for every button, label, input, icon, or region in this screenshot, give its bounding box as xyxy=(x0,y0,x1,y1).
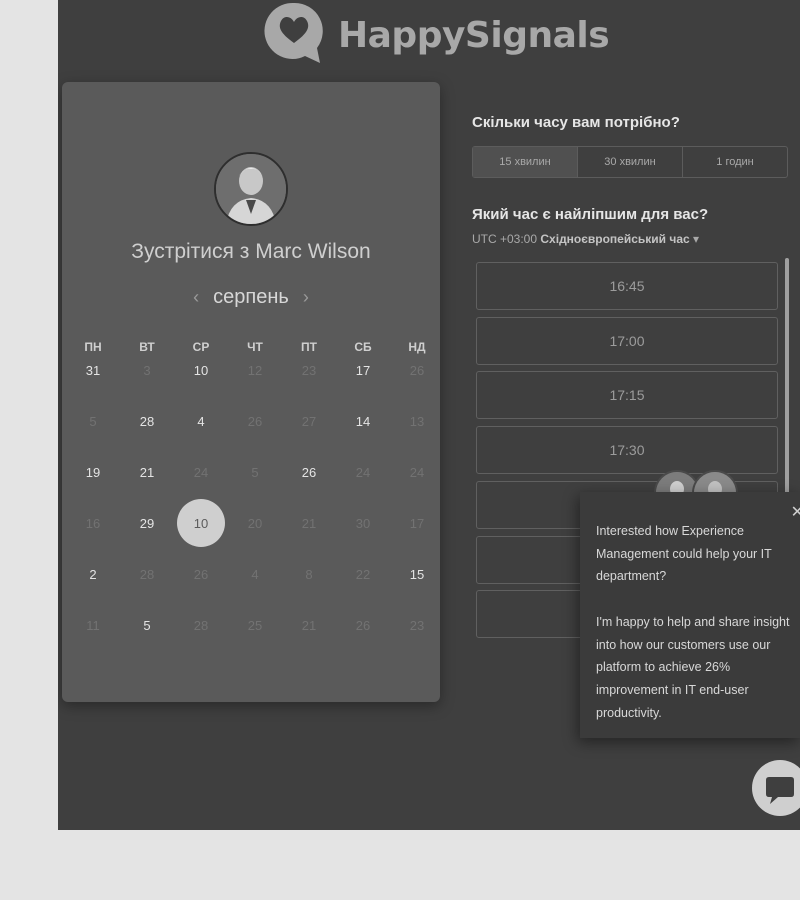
chevron-left-icon[interactable]: ‹ xyxy=(193,287,199,307)
calendar-day: 26 xyxy=(193,566,209,582)
time-slot-button[interactable]: 16:45 xyxy=(476,262,778,310)
person-photo-icon xyxy=(216,154,286,224)
calendar-day: 12 xyxy=(247,362,263,378)
booking-page: HappySignals Зустрітися з Marc Wilson ‹ с… xyxy=(58,0,800,830)
calendar-day[interactable]: 19 xyxy=(70,449,116,495)
calendar-day: 28 xyxy=(193,617,209,633)
calendar-day: 23 xyxy=(301,362,317,378)
calendar-day[interactable]: 26 xyxy=(286,449,332,495)
calendar-day: 26 xyxy=(355,617,371,633)
organizer-avatar xyxy=(214,152,288,226)
calendar-day: 24 xyxy=(193,464,209,480)
chevron-right-icon[interactable]: › xyxy=(303,287,309,307)
calendar-day: 25 xyxy=(247,617,263,633)
calendar-day[interactable]: 10 xyxy=(178,347,224,393)
calendar-day: 20 xyxy=(247,515,263,531)
calendar-day: 5 xyxy=(89,413,97,429)
chat-popup-message: Interested how Experience Management cou… xyxy=(596,520,796,724)
time-slot-button[interactable]: 17:30 xyxy=(476,426,778,475)
calendar-day[interactable]: 4 xyxy=(178,398,224,444)
brand-name: HappySignals xyxy=(338,14,610,56)
brand-header: HappySignals xyxy=(260,0,610,70)
calendar-day: 28 xyxy=(139,566,155,582)
chat-popup-text: I'm happy to help and share insight into… xyxy=(596,614,790,720)
calendar-day[interactable]: 28 xyxy=(124,398,170,444)
time-question: Який час є найліпшим для вас? xyxy=(472,206,709,223)
timezone-offset: UTC +03:00 xyxy=(472,232,538,246)
calendar-day: 24 xyxy=(409,464,425,480)
calendar-day[interactable]: 21 xyxy=(124,449,170,495)
time-slot-button[interactable]: 17:15 xyxy=(476,371,778,420)
calendar-day[interactable]: 15 xyxy=(394,551,440,597)
chat-launcher-button[interactable] xyxy=(752,760,800,816)
calendar-day: 5 xyxy=(251,464,259,480)
calendar-day[interactable]: 31 xyxy=(70,347,116,393)
chat-bubble-icon xyxy=(766,777,794,804)
time-slot-button[interactable]: 17:00 xyxy=(476,316,778,365)
duration-selector: 15 хвилин 30 хвилин 1 годин xyxy=(472,146,788,178)
heart-speech-bubble-icon xyxy=(264,2,323,64)
organizer-calendar-panel: Зустрітися з Marc Wilson ‹ серпень › ПН ВТ С… xyxy=(62,82,440,702)
calendar-day: 13 xyxy=(409,413,425,429)
meet-title: Зустрітися з Marc Wilson xyxy=(131,240,371,263)
duration-option[interactable]: 15 хвилин xyxy=(473,147,578,177)
close-icon[interactable]: ✕ xyxy=(791,502,800,522)
chat-popup: ✕ Interested how Experience Management c… xyxy=(580,492,800,738)
chat-popup-text: Interested how Experience Management cou… xyxy=(596,524,772,584)
calendar-day: 4 xyxy=(251,566,259,582)
caret-down-icon: ▾ xyxy=(693,232,700,246)
calendar-day-selected[interactable]: 10 xyxy=(177,499,225,547)
calendar-day: 3 xyxy=(143,362,151,378)
calendar-day: 22 xyxy=(355,566,371,582)
calendar-day: 21 xyxy=(301,515,317,531)
calendar-day[interactable]: 2 xyxy=(70,551,116,597)
duration-option[interactable]: 30 хвилин xyxy=(578,147,683,177)
calendar-day: 30 xyxy=(355,515,371,531)
time-slot-scrollbar[interactable] xyxy=(785,258,789,494)
timezone-dropdown[interactable]: UTC +03:00 Східноєвропейський час ▾ xyxy=(472,232,699,246)
calendar-day[interactable]: 17 xyxy=(340,347,386,393)
timezone-name: Східноєвропейський час xyxy=(540,232,690,246)
month-label: серпень xyxy=(213,286,289,308)
duration-question: Скільки часу вам потрібно? xyxy=(472,114,680,131)
duration-option[interactable]: 1 годин xyxy=(683,147,787,177)
calendar-day: 26 xyxy=(247,413,263,429)
calendar-day: 21 xyxy=(301,617,317,633)
calendar-day: 23 xyxy=(409,617,425,633)
calendar-day: 17 xyxy=(409,515,425,531)
calendar-day[interactable]: 5 xyxy=(124,602,170,648)
month-nav: ‹ серпень › xyxy=(62,286,440,309)
calendar-day[interactable]: 14 xyxy=(340,398,386,444)
calendar-day[interactable]: 29 xyxy=(124,500,170,546)
calendar-day: 8 xyxy=(305,566,313,582)
calendar-day: 11 xyxy=(86,617,100,633)
calendar-day: 27 xyxy=(301,413,317,429)
calendar-day: 16 xyxy=(85,515,101,531)
calendar-day: 26 xyxy=(409,362,425,378)
calendar-day: 24 xyxy=(355,464,371,480)
